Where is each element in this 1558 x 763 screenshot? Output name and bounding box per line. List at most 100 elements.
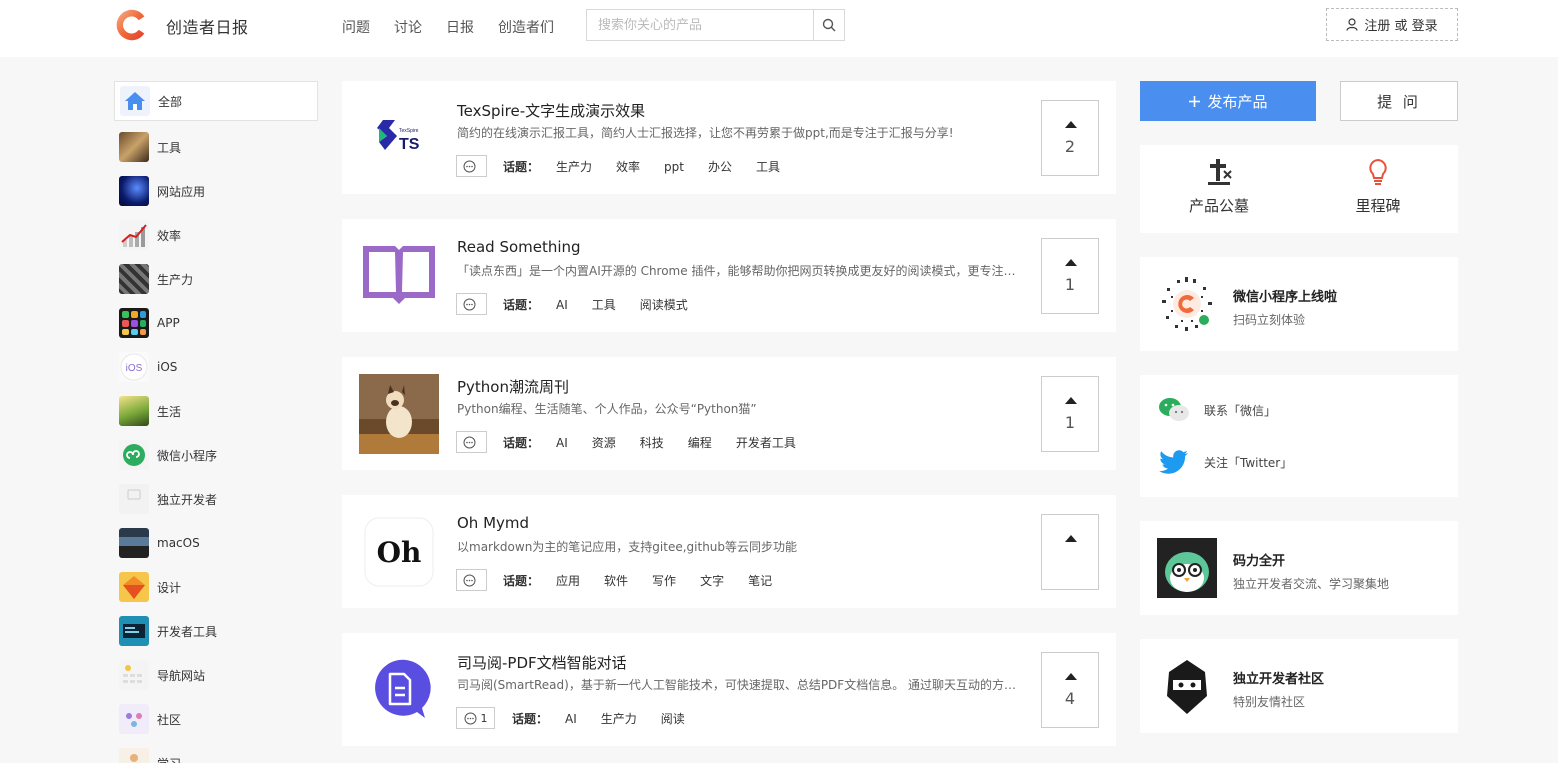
sidebar-item-indie-dev[interactable]: 独立开发者 xyxy=(114,477,318,521)
topic-tag[interactable]: 效率 xyxy=(616,158,640,175)
topic-tag[interactable]: 写作 xyxy=(652,572,676,589)
upvote-button[interactable]: 1 xyxy=(1041,238,1099,314)
topic-tag[interactable]: AI xyxy=(565,712,577,726)
miniprogram-qrcode[interactable] xyxy=(1157,274,1217,334)
quick-links-box: 产品公墓 里程碑 xyxy=(1140,145,1458,233)
upvote-button[interactable]: 4 xyxy=(1041,652,1099,728)
contact-wechat-link[interactable]: 联系「微信」 xyxy=(1158,392,1276,428)
sidebar-item-efficiency[interactable]: 效率 xyxy=(114,213,318,257)
topic-tag[interactable]: AI xyxy=(556,436,568,450)
brand-name[interactable]: 创造者日报 xyxy=(166,14,249,38)
sidebar-item-web-apps[interactable]: 网站应用 xyxy=(114,169,318,213)
sidebar-item-study[interactable]: 学习 xyxy=(114,741,318,763)
topic-tag[interactable]: 软件 xyxy=(604,572,628,589)
sidebar-item-life[interactable]: 生活 xyxy=(114,389,318,433)
product-card[interactable]: TS TexSpire TexSpire-文字生成演示效果 简约的在线演示汇报工… xyxy=(342,81,1116,194)
nav-questions[interactable]: 问题 xyxy=(342,17,370,37)
topic-tag[interactable]: 应用 xyxy=(556,572,580,589)
nav-creators[interactable]: 创造者们 xyxy=(498,17,554,37)
owl-logo[interactable] xyxy=(1157,538,1217,598)
login-button[interactable]: 注册 或 登录 xyxy=(1326,8,1458,41)
cat-photo[interactable] xyxy=(359,374,439,454)
search-button[interactable] xyxy=(813,10,844,40)
product-title[interactable]: TexSpire-文字生成演示效果 xyxy=(457,100,645,121)
sidebar-item-macos[interactable]: macOS xyxy=(114,521,318,565)
product-card[interactable]: Read Something 「读点东西」是一个内置AI开源的 Chrome 插… xyxy=(342,219,1116,332)
product-card[interactable]: 司马阅-PDF文档智能对话 司马阅(SmartRead)，基于新一代人工智能技术… xyxy=(342,633,1116,746)
topic-tag[interactable]: ppt xyxy=(664,160,684,174)
promo-title[interactable]: 微信小程序上线啦 xyxy=(1233,286,1337,305)
comment-button[interactable] xyxy=(456,155,487,177)
partner-subtitle: 独立开发者交流、学习聚集地 xyxy=(1233,577,1390,591)
ask-question-button[interactable]: 提 问 xyxy=(1340,81,1458,121)
upvote-button[interactable]: 1 xyxy=(1041,376,1099,452)
nav-discussions[interactable]: 讨论 xyxy=(394,17,422,37)
topic-tag[interactable]: 笔记 xyxy=(748,572,772,589)
publish-product-button[interactable]: 发布产品 xyxy=(1140,81,1316,121)
follow-twitter-link[interactable]: 关注「Twitter」 xyxy=(1158,444,1292,480)
partner-title[interactable]: 独立开发者社区 xyxy=(1233,668,1324,687)
topic-tag[interactable]: 科技 xyxy=(640,434,664,451)
milestone-link[interactable]: 里程碑 xyxy=(1343,157,1413,216)
sidebar-item-all[interactable]: 全部 xyxy=(114,81,318,121)
vote-count: 1 xyxy=(1064,413,1076,432)
product-title[interactable]: Oh Mymd xyxy=(457,514,529,532)
product-logo[interactable]: Oh xyxy=(359,512,439,592)
ninja-logo[interactable] xyxy=(1157,656,1217,716)
product-logo[interactable]: TS TexSpire xyxy=(359,98,439,178)
comment-button[interactable] xyxy=(456,569,487,591)
svg-text:TS: TS xyxy=(399,136,420,153)
topic-tag[interactable]: 生产力 xyxy=(601,710,637,727)
upvote-button[interactable] xyxy=(1041,514,1099,590)
product-cemetery-link[interactable]: 产品公墓 xyxy=(1184,157,1254,216)
miniprogram-box[interactable]: 微信小程序上线啦 扫码立刻体验 xyxy=(1140,257,1458,351)
book-icon[interactable] xyxy=(359,236,439,316)
sidebar-item-nav-sites[interactable]: 导航网站 xyxy=(114,653,318,697)
sidebar-item-wechat-miniprogram[interactable]: 微信小程序 xyxy=(114,433,318,477)
sidebar-item-label: 效率 xyxy=(157,228,182,243)
upvote-button[interactable]: 2 xyxy=(1041,100,1099,176)
topic-list: 话题： 生产力 效率 ppt 办公 工具 xyxy=(503,158,804,175)
topic-tag[interactable]: 编程 xyxy=(688,434,712,451)
topic-tag[interactable]: 文字 xyxy=(700,572,724,589)
topic-tag[interactable]: 开发者工具 xyxy=(736,434,796,451)
topic-tag[interactable]: 阅读 xyxy=(661,710,685,727)
sidebar-item-ios[interactable]: iOS iOS xyxy=(114,345,318,389)
product-title[interactable]: Read Something xyxy=(457,238,581,256)
topic-tag[interactable]: 阅读模式 xyxy=(640,296,688,313)
partner-box[interactable]: 码力全开 独立开发者交流、学习聚集地 xyxy=(1140,521,1458,615)
search-input[interactable] xyxy=(587,10,813,40)
topic-tag[interactable]: 工具 xyxy=(756,158,780,175)
sidebar-item-tools[interactable]: 工具 xyxy=(114,125,318,169)
sidebar-item-design[interactable]: 设计 xyxy=(114,565,318,609)
vote-count: 1 xyxy=(1064,275,1076,294)
comment-button[interactable] xyxy=(456,431,487,453)
topic-tag[interactable]: 资源 xyxy=(592,434,616,451)
topic-tag[interactable]: AI xyxy=(556,298,568,312)
nav-daily[interactable]: 日报 xyxy=(446,17,474,37)
sidebar-item-app[interactable]: APP xyxy=(114,301,318,345)
comment-button[interactable]: 1 xyxy=(456,707,495,729)
partner-box[interactable]: 独立开发者社区 特别友情社区 xyxy=(1140,639,1458,733)
partner-title[interactable]: 码力全开 xyxy=(1233,550,1285,569)
sidebar-item-devtools[interactable]: 开发者工具 xyxy=(114,609,318,653)
product-title[interactable]: 司马阅-PDF文档智能对话 xyxy=(457,652,627,673)
comment-button[interactable] xyxy=(456,293,487,315)
topic-tag[interactable]: 生产力 xyxy=(556,158,592,175)
sidebar-item-label: 开发者工具 xyxy=(157,624,218,639)
product-card[interactable]: Python潮流周刊 Python编程、生活随笔、个人作品，公众号“Python… xyxy=(342,357,1116,470)
sidebar-item-community[interactable]: 社区 xyxy=(114,697,318,741)
topic-label: 话题： xyxy=(503,160,540,174)
document-chat-icon[interactable] xyxy=(359,650,439,730)
product-desc: 简约的在线演示汇报工具，简约人士汇报选择，让您不再劳累于做ppt,而是专注于汇报… xyxy=(457,126,954,140)
topic-label: 话题： xyxy=(512,712,549,726)
topic-tag[interactable]: 办公 xyxy=(708,158,732,175)
sidebar-item-label: 工具 xyxy=(157,140,182,155)
product-card[interactable]: Oh Oh Mymd 以markdown为主的笔记应用，支持gitee,gith… xyxy=(342,495,1116,608)
sidebar-item-productivity[interactable]: 生产力 xyxy=(114,257,318,301)
link-label: 里程碑 xyxy=(1355,197,1401,215)
brand-logo-icon[interactable] xyxy=(113,6,151,44)
product-title[interactable]: Python潮流周刊 xyxy=(457,376,569,397)
comment-icon xyxy=(463,574,476,586)
topic-tag[interactable]: 工具 xyxy=(592,296,616,313)
